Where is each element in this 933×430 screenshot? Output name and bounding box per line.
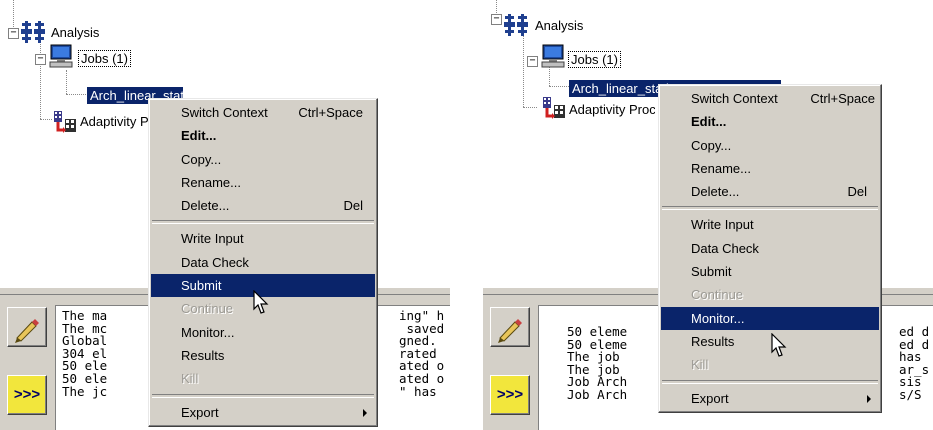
menu-item-kill: Kill [691, 357, 709, 373]
menu-item-edit[interactable]: Edit... [661, 110, 879, 133]
menu-item-shortcut: Ctrl+Space [298, 105, 363, 120]
collapse-analysis-toggle[interactable]: − [491, 14, 502, 25]
adaptivity-node-label[interactable]: Adaptivity Processes [80, 114, 150, 129]
menu-item-write-input[interactable]: Write Input [661, 213, 879, 236]
console-line: " has [399, 383, 437, 399]
menu-item-label: Export [181, 404, 219, 420]
run-arrows-icon: >>> [496, 386, 524, 403]
menu-item-label: Delete... [181, 198, 230, 214]
computer-icon [541, 44, 565, 68]
adaptivity-icon [54, 111, 76, 133]
tree-line [40, 37, 41, 119]
menu-item-shortcut: Ctrl+Space [810, 91, 875, 106]
console-right-column: ing" h saved gned. rated ated o ated o "… [399, 309, 444, 399]
menu-item-write-input[interactable]: Write Input [151, 227, 375, 250]
computer-icon [49, 44, 73, 68]
pencil-icon [498, 319, 522, 343]
run-arrows-icon: >>> [13, 386, 41, 403]
menu-item-shortcut: Del [847, 184, 867, 200]
tree-line [523, 107, 537, 108]
right-screenshot-panel: − Analysis − Jobs (1) Arch_linear_static [483, 0, 933, 430]
mouse-pointer-icon [253, 290, 269, 314]
menu-item-edit[interactable]: Edit... [151, 124, 375, 147]
tree-line [549, 66, 550, 86]
collapse-jobs-toggle[interactable]: − [527, 56, 538, 67]
menu-item-label: Export [691, 390, 729, 406]
menu-item-results[interactable]: Results [151, 344, 375, 367]
menu-item-export[interactable]: Export [661, 387, 879, 410]
menu-item-rename[interactable]: Rename... [661, 157, 879, 180]
analysis-icon [21, 21, 45, 43]
tree-line [66, 94, 86, 95]
collapse-analysis-toggle[interactable]: − [8, 28, 19, 39]
menu-item-shortcut: Del [343, 198, 363, 214]
console-line: The jc [62, 383, 108, 399]
menu-item-switch-context[interactable]: Switch Context Ctrl+Space [661, 87, 879, 110]
tree-line [40, 119, 52, 120]
adaptivity-icon [543, 97, 565, 119]
menu-item-label: Switch Context [181, 105, 268, 120]
analysis-node-label[interactable]: Analysis [535, 18, 583, 33]
menu-separator [152, 220, 374, 225]
menu-item-delete[interactable]: Delete... Del [661, 180, 879, 203]
tree-line [496, 0, 497, 13]
menu-item-export[interactable]: Export [151, 401, 375, 424]
jobs-node-label[interactable]: Jobs (1) [78, 50, 131, 67]
console-left-column: 50 eleme 50 eleme The job The job Job Ar… [567, 325, 628, 402]
console-right-column: ed d ed d has ar_s sis s/S [899, 325, 929, 402]
collapse-jobs-toggle[interactable]: − [35, 54, 46, 65]
context-menu: Switch Context Ctrl+Space Edit... Copy..… [148, 98, 378, 427]
menu-item-kill: Kill [181, 371, 199, 387]
menu-separator [662, 206, 878, 211]
analysis-icon [504, 14, 528, 36]
mouse-pointer-icon [771, 333, 787, 357]
pencil-icon [15, 319, 39, 343]
edit-button[interactable] [490, 307, 530, 347]
menu-item-data-check[interactable]: Data Check [661, 237, 879, 260]
tree-line [549, 86, 569, 87]
submenu-arrow-icon [867, 394, 871, 403]
menu-item-data-check[interactable]: Data Check [151, 251, 375, 274]
menu-item-results[interactable]: Results [661, 330, 879, 353]
run-button[interactable]: >>> [7, 375, 47, 415]
jobs-node-label[interactable]: Jobs (1) [568, 51, 621, 68]
menu-item-switch-context[interactable]: Switch Context Ctrl+Space [151, 101, 375, 124]
context-menu: Switch Context Ctrl+Space Edit... Copy..… [658, 84, 882, 413]
submenu-arrow-icon [363, 408, 367, 417]
run-button[interactable]: >>> [490, 375, 530, 415]
menu-separator [152, 393, 374, 398]
menu-item-copy[interactable]: Copy... [151, 148, 375, 171]
menu-item-label: Switch Context [691, 91, 778, 106]
menu-item-copy[interactable]: Copy... [661, 134, 879, 157]
tree-line [13, 0, 14, 27]
menu-item-continue: Continue [691, 287, 744, 303]
analysis-node-label[interactable]: Analysis [51, 25, 99, 40]
menu-item-rename[interactable]: Rename... [151, 171, 375, 194]
menu-item-delete[interactable]: Delete... Del [151, 194, 375, 217]
console-left-column: The ma The mc Global 304 el 50 ele 50 el… [62, 309, 108, 399]
adaptivity-node-label[interactable]: Adaptivity Processes [569, 102, 655, 117]
menu-item-monitor[interactable]: Monitor... [151, 321, 375, 344]
console-line: Job Arch [567, 386, 628, 402]
edit-button[interactable] [7, 307, 47, 347]
menu-separator [662, 379, 878, 384]
console-line: s/S [899, 386, 922, 402]
menu-item-label: Delete... [691, 184, 740, 200]
menu-item-monitor[interactable]: Monitor... [661, 306, 879, 330]
tree-line [523, 32, 524, 107]
menu-item-submit[interactable]: Submit [661, 260, 879, 283]
left-screenshot-panel: − Analysis − Jobs (1) Arch_linear_static [0, 0, 450, 430]
tree-line [66, 70, 67, 94]
